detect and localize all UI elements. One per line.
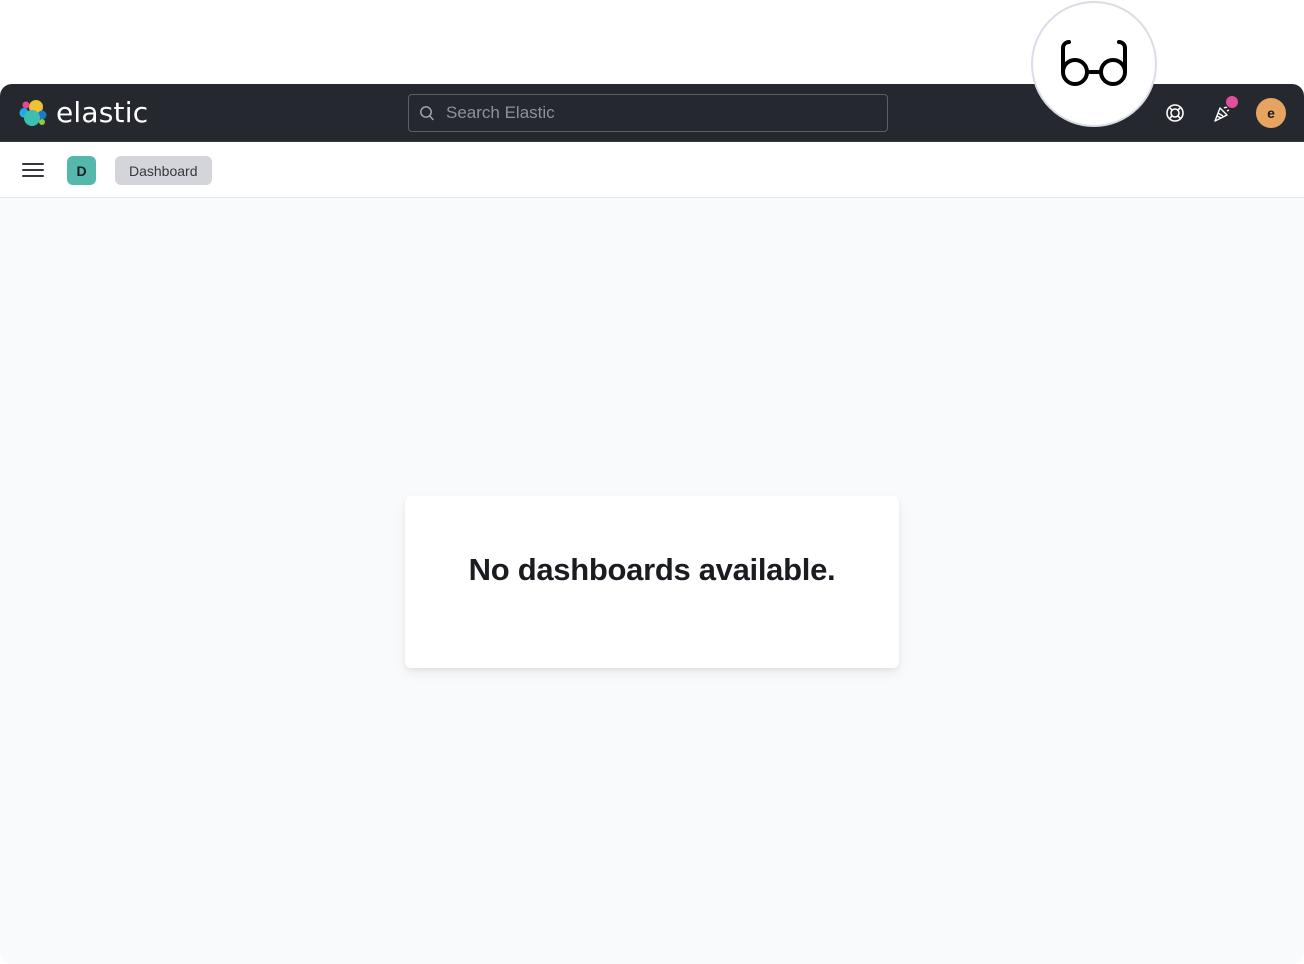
help-icon [1166,104,1184,122]
main-content: No dashboards available. [0,198,1304,964]
help-button[interactable] [1161,99,1189,127]
breadcrumb-label: Dashboard [129,162,198,179]
reader-mode-button[interactable] [1031,1,1157,127]
elastic-logo-icon [19,100,47,126]
hamburger-icon-line [22,175,44,177]
newsfeed-button[interactable] [1208,96,1238,127]
space-selector[interactable]: D [67,156,96,185]
menu-toggle-button[interactable] [22,160,44,180]
brand-name: elastic [56,95,149,129]
empty-state-panel: No dashboards available. [405,496,899,668]
user-avatar[interactable]: e [1256,98,1286,128]
glasses-icon [1061,40,1127,86]
breadcrumb-dashboard[interactable]: Dashboard [115,156,212,185]
user-initial: e [1267,105,1275,121]
search-input[interactable] [446,103,866,123]
elastic-logo[interactable]: elastic [18,95,149,129]
search-bar[interactable] [408,94,888,132]
notification-dot [1226,96,1238,108]
app-window: elastic e [0,84,1304,964]
hamburger-icon-line [22,169,44,171]
space-initial: D [76,162,87,179]
empty-state-title: No dashboards available. [468,552,836,587]
search-icon [420,106,434,121]
breadcrumb-bar: D Dashboard [0,142,1304,198]
hamburger-icon-line [22,163,44,165]
